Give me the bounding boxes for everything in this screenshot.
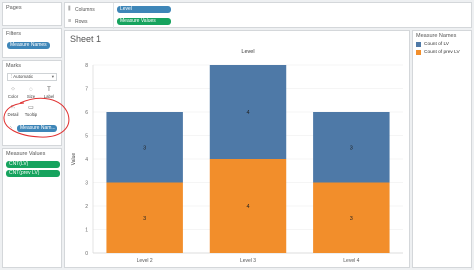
chevron-down-icon: ▾ bbox=[51, 74, 54, 79]
rows-label: Rows bbox=[75, 19, 88, 25]
marks-tooltip-button[interactable]: ▭ Tooltip bbox=[24, 104, 38, 120]
x-tick-label: Level 3 bbox=[240, 258, 256, 264]
left-panel: Pages Filters Measure Names Marks ⫶ Auto… bbox=[2, 2, 62, 268]
y-tick-label: 4 bbox=[85, 157, 88, 163]
data-label: 3 bbox=[350, 145, 353, 151]
rows-pill-measure-values[interactable]: Measure Values bbox=[117, 18, 171, 25]
tableau-workspace: Pages Filters Measure Names Marks ⫶ Auto… bbox=[0, 0, 474, 270]
measure-values-title: Measure Values bbox=[6, 151, 46, 157]
y-axis-label: Value bbox=[71, 153, 77, 166]
x-tick-label: Level 4 bbox=[343, 258, 359, 264]
marks-label-label: Label bbox=[43, 94, 55, 99]
measure-values-card: Measure Values CNT(LV) CNT(prev LV) bbox=[2, 148, 62, 268]
marks-color-label: Color bbox=[7, 94, 19, 99]
x-tick-label: Level 2 bbox=[137, 258, 153, 264]
data-label: 3 bbox=[143, 145, 146, 151]
label-icon: T bbox=[47, 87, 51, 93]
sheet-title: Sheet 1 bbox=[70, 34, 102, 44]
sheet-canvas: Sheet 1 Level 0 1 2 3 4 5 6 7 8 Value 3 3 Level 2 4 4 Le… bbox=[64, 30, 410, 268]
y-tick-label: 5 bbox=[85, 133, 88, 139]
y-tick-label: 2 bbox=[85, 204, 88, 210]
marks-detail-button[interactable]: ⁙ Detail bbox=[6, 104, 20, 120]
marks-size-button[interactable]: ◌ Size bbox=[24, 86, 38, 102]
y-tick-label: 6 bbox=[85, 110, 88, 116]
data-label: 3 bbox=[143, 216, 146, 222]
legend-panel: Measure Names Count of LV Count of prev … bbox=[412, 30, 472, 268]
legend-swatch bbox=[416, 50, 421, 55]
measure-pill-cnt-prev-lv[interactable]: CNT(prev LV) bbox=[6, 170, 60, 177]
shelves-panel: ⫼ Columns Level ≡ Rows Measure Values bbox=[64, 2, 472, 29]
y-tick-label: 7 bbox=[85, 86, 88, 92]
size-icon: ◌ bbox=[29, 87, 33, 93]
marks-title: Marks bbox=[6, 63, 21, 69]
legend-swatch bbox=[416, 42, 421, 47]
y-tick-label: 0 bbox=[85, 251, 88, 257]
pages-title: Pages bbox=[6, 5, 22, 11]
mark-type-dropdown[interactable]: ⫶ Automatic ▾ bbox=[7, 73, 57, 81]
mark-type-value: Automatic bbox=[13, 74, 34, 79]
marks-pill-measure-names[interactable]: Measure Nam... bbox=[17, 125, 57, 132]
filter-pill-measure-names[interactable]: Measure Names bbox=[7, 42, 50, 49]
color-mark-icon: ⁘ bbox=[8, 126, 14, 132]
data-label: 3 bbox=[350, 216, 353, 222]
columns-shelf[interactable]: ⫼ Columns Level bbox=[65, 4, 471, 16]
measure-pill-cnt-lv[interactable]: CNT(LV) bbox=[6, 161, 60, 168]
columns-icon: ⫼ bbox=[68, 6, 71, 12]
stacked-bar-chart: Level 0 1 2 3 4 5 6 7 8 Value 3 3 Level 2 4 4 Level 3 3 3 L… bbox=[71, 49, 403, 264]
legend-title: Measure Names bbox=[416, 33, 457, 39]
columns-label: Columns bbox=[75, 7, 95, 13]
rows-icon: ≡ bbox=[68, 18, 72, 24]
rows-shelf[interactable]: ≡ Rows Measure Values bbox=[65, 16, 471, 28]
y-tick-label: 1 bbox=[85, 227, 88, 233]
marks-size-label: Size bbox=[26, 94, 36, 99]
data-label: 4 bbox=[246, 204, 249, 210]
legend-label: Count of prev LV bbox=[424, 50, 460, 55]
chart-title: Level bbox=[241, 49, 254, 55]
tooltip-icon: ▭ bbox=[28, 105, 34, 111]
marks-card: Marks ⫶ Automatic ▾ ⁘ Color ◌ Size T Lab… bbox=[2, 60, 62, 146]
filters-title: Filters bbox=[6, 31, 21, 37]
data-label: 4 bbox=[246, 110, 249, 116]
marks-color-button[interactable]: ⁘ Color bbox=[6, 86, 20, 102]
marks-tooltip-label: Tooltip bbox=[24, 112, 38, 117]
color-icon: ⁘ bbox=[10, 87, 16, 93]
marks-label-button[interactable]: T Label bbox=[42, 86, 56, 102]
detail-icon: ⁙ bbox=[10, 105, 16, 111]
columns-pill-level[interactable]: Level bbox=[117, 6, 171, 13]
filters-card[interactable]: Filters Measure Names bbox=[2, 28, 62, 58]
y-tick-label: 3 bbox=[85, 180, 88, 186]
y-tick-label: 8 bbox=[85, 63, 88, 69]
marks-detail-label: Detail bbox=[7, 112, 19, 117]
pages-card[interactable]: Pages bbox=[2, 2, 62, 26]
legend-label: Count of LV bbox=[424, 42, 449, 47]
